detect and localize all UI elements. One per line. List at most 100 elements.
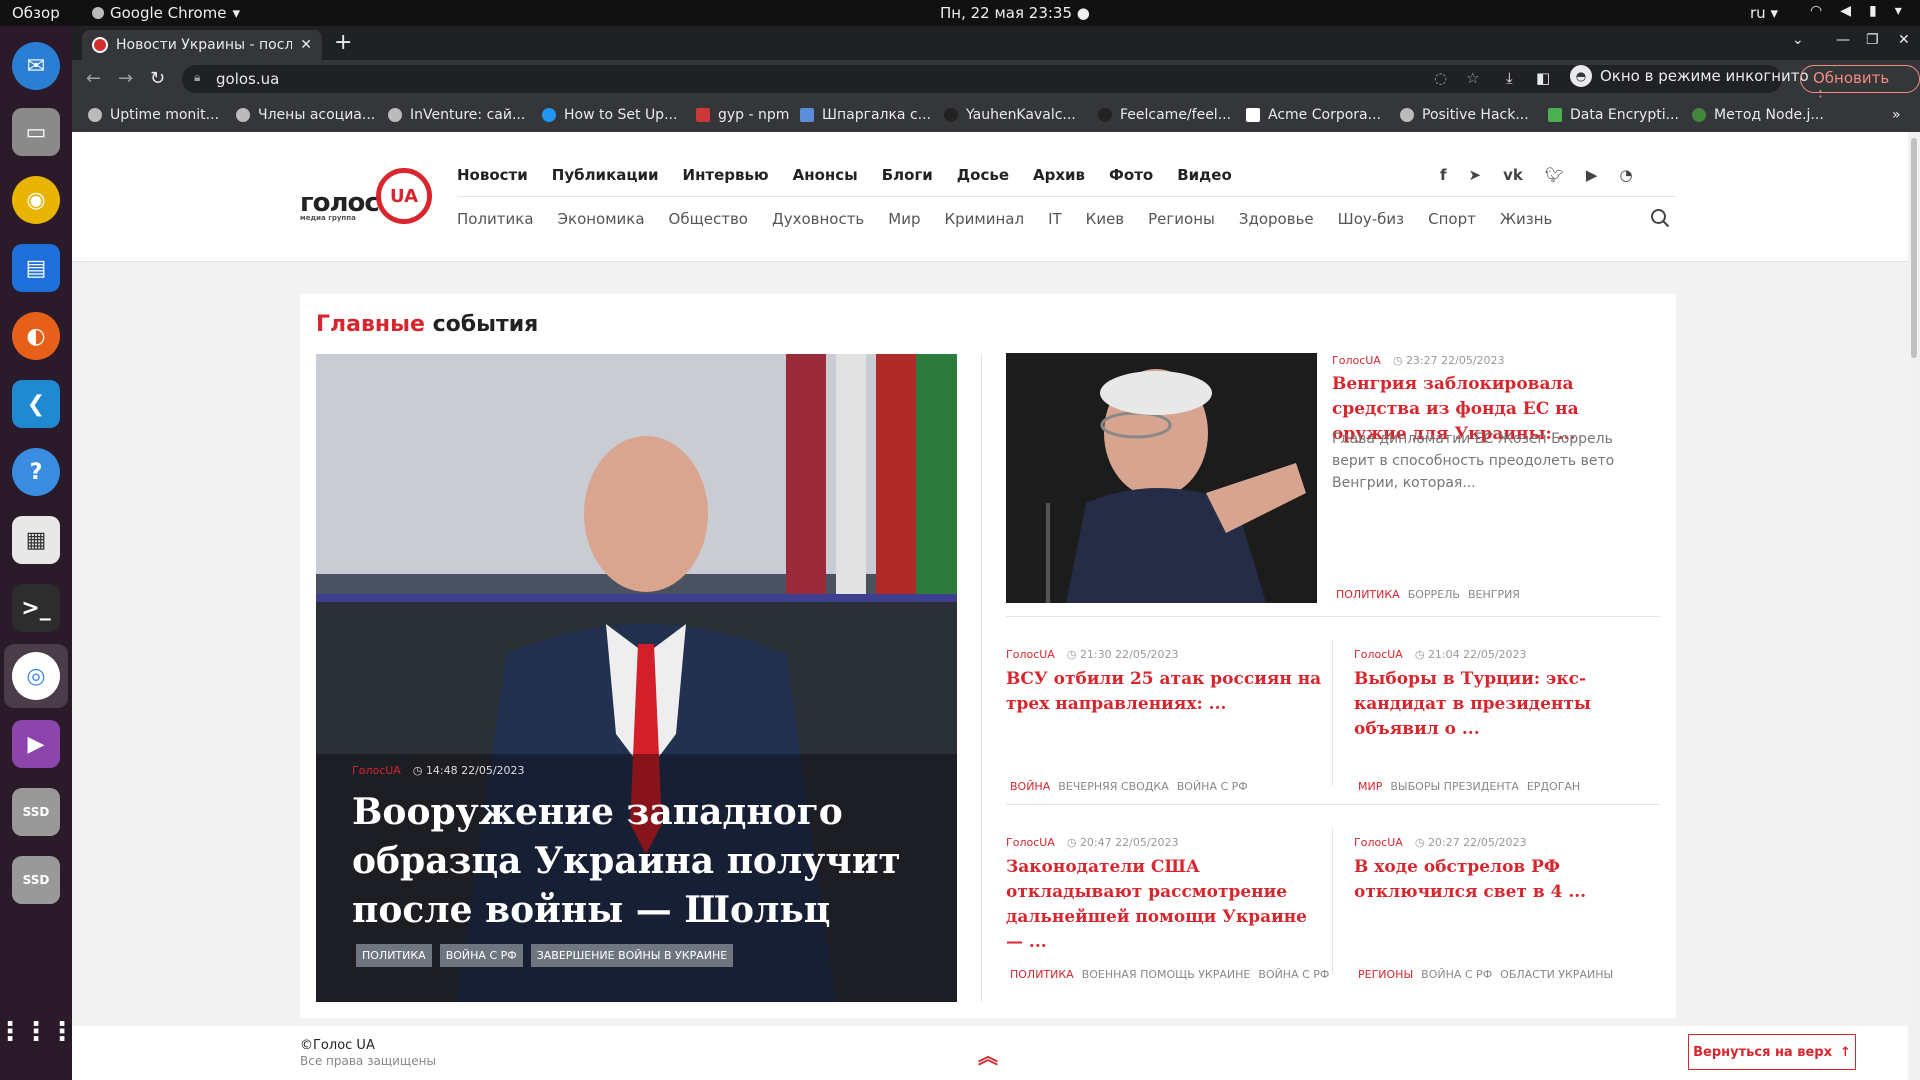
download-icon[interactable]: ⤓ bbox=[1506, 69, 1513, 87]
app-grid-icon[interactable]: ⋮⋮⋮ bbox=[0, 1008, 75, 1056]
help-icon[interactable]: ? bbox=[12, 448, 60, 496]
tag[interactable]: ВОЙНА С РФ bbox=[1177, 780, 1248, 793]
language-indicator[interactable]: ru ▾ bbox=[1750, 4, 1778, 22]
category-crime[interactable]: Криминал bbox=[945, 210, 1025, 228]
ssd-drive-icon[interactable]: SSD bbox=[12, 856, 60, 904]
source-label[interactable]: ГолосUA bbox=[352, 764, 401, 777]
tag[interactable]: РЕГИОНЫ bbox=[1358, 968, 1413, 981]
category-kyiv[interactable]: Киев bbox=[1086, 210, 1124, 228]
new-tab-button[interactable]: + bbox=[334, 30, 352, 55]
category-regions[interactable]: Регионы bbox=[1148, 210, 1215, 228]
nav-interviews[interactable]: Интервью bbox=[683, 166, 769, 184]
nav-video[interactable]: Видео bbox=[1177, 166, 1232, 184]
card-headline[interactable]: ВСУ отбили 25 атак россиян на трех напра… bbox=[1006, 667, 1326, 717]
media-player-icon[interactable]: ▶ bbox=[12, 720, 60, 768]
site-logo[interactable]: голос UA медиа группа bbox=[300, 168, 440, 228]
page-scrollbar[interactable] bbox=[1908, 132, 1920, 1080]
system-tray[interactable]: ◠ ◀ ▮ ▾ bbox=[1810, 3, 1902, 19]
news-card[interactable]: ГолосUA ◷ 21:04 22/05/2023 Выборы в Турц… bbox=[1354, 648, 1674, 793]
close-icon[interactable]: ✕ bbox=[300, 37, 312, 53]
tag[interactable]: ВОЙНА С РФ bbox=[1258, 968, 1329, 981]
nav-photo[interactable]: Фото bbox=[1109, 166, 1153, 184]
source-label[interactable]: ГолосUA bbox=[1006, 836, 1055, 849]
thunderbird-icon[interactable]: ✉ bbox=[12, 42, 60, 90]
tab-search-icon[interactable]: ⌄ bbox=[1792, 32, 1804, 48]
tag[interactable]: ВЫБОРЫ ПРЕЗИДЕНТА bbox=[1390, 780, 1519, 793]
tag[interactable]: ВОЕННАЯ ПОМОЩЬ УКРАИНЕ bbox=[1082, 968, 1251, 981]
bookmark-item[interactable]: Feelcame/feel... bbox=[1098, 107, 1231, 123]
bookmark-item[interactable]: Члены асоциа... bbox=[236, 107, 375, 123]
bookmark-star-icon[interactable]: ☆ bbox=[1466, 69, 1479, 87]
firefox-icon[interactable]: ◐ bbox=[12, 312, 60, 360]
restore-icon[interactable]: ❐ bbox=[1866, 32, 1879, 48]
bookmarks-overflow-icon[interactable]: » bbox=[1892, 107, 1901, 123]
youtube-icon[interactable]: ▶ bbox=[1586, 166, 1598, 184]
double-chevron-up-icon[interactable]: ︽ bbox=[978, 1040, 998, 1069]
category-economy[interactable]: Экономика bbox=[558, 210, 645, 228]
tag[interactable]: ПОЛИТИКА bbox=[1336, 588, 1400, 601]
back-to-top-button[interactable]: Вернуться на верх ↑ bbox=[1688, 1034, 1856, 1070]
hero-headline[interactable]: Вооружение западного образца Украина пол… bbox=[352, 788, 912, 935]
bookmark-item[interactable]: Data Encrypti... bbox=[1548, 107, 1679, 123]
category-society[interactable]: Общество bbox=[669, 210, 748, 228]
tracking-protection-icon[interactable]: ◌ bbox=[1434, 69, 1447, 87]
featured-photo[interactable] bbox=[1006, 353, 1317, 603]
category-sport[interactable]: Спорт bbox=[1428, 210, 1476, 228]
card-headline[interactable]: Законодатели США откладывают рассмотрени… bbox=[1006, 855, 1326, 955]
bookmark-item[interactable]: Positive Hack... bbox=[1400, 107, 1529, 123]
close-window-icon[interactable]: ✕ bbox=[1898, 32, 1910, 48]
category-showbiz[interactable]: Шоу-биз bbox=[1338, 210, 1404, 228]
incognito-indicator[interactable]: ◓ Окно в режиме инкогнито bbox=[1570, 65, 1809, 87]
source-label[interactable]: ГолосUA bbox=[1354, 648, 1403, 661]
news-card[interactable]: ГолосUA ◷ 21:30 22/05/2023 ВСУ отбили 25… bbox=[1006, 648, 1326, 793]
card-headline[interactable]: В ходе обстрелов РФ отключился свет в 4 … bbox=[1354, 855, 1674, 905]
card-headline[interactable]: Выборы в Турции: экс-кандидат в президен… bbox=[1354, 667, 1674, 742]
source-label[interactable]: ГолосUA bbox=[1006, 648, 1055, 661]
vscode-icon[interactable]: ❮ bbox=[12, 380, 60, 428]
writer-icon[interactable]: ▤ bbox=[12, 244, 60, 292]
bookmark-item[interactable]: How to Set Up... bbox=[542, 107, 677, 123]
tag[interactable]: ПОЛИТИКА bbox=[356, 944, 432, 967]
nav-archive[interactable]: Архив bbox=[1033, 166, 1085, 184]
tag[interactable]: ВОЙНА С РФ bbox=[439, 944, 523, 967]
facebook-icon[interactable]: f bbox=[1440, 166, 1447, 184]
rss-icon[interactable]: ◔ bbox=[1619, 166, 1632, 184]
bookmark-item[interactable]: Uptime monit... bbox=[88, 107, 219, 123]
scrollbar-thumb[interactable] bbox=[1911, 138, 1917, 358]
bookmark-item[interactable]: gyp - npm bbox=[696, 107, 789, 123]
clock[interactable]: Пн, 22 мая 23:35 ● bbox=[940, 4, 1090, 22]
activities-button[interactable]: Обзор bbox=[12, 4, 60, 22]
ssd-drive-icon[interactable]: SSD bbox=[12, 788, 60, 836]
terminal-icon[interactable]: >_ bbox=[12, 584, 60, 632]
source-label[interactable]: ГолосUA bbox=[1332, 354, 1381, 367]
side-panel-icon[interactable]: ◧ bbox=[1536, 69, 1550, 87]
tag[interactable]: БОРРЕЛЬ bbox=[1408, 588, 1460, 601]
tab-golos[interactable]: Новости Украины - после ✕ bbox=[82, 30, 322, 60]
bookmark-item[interactable]: YauhenKavalc... bbox=[944, 107, 1076, 123]
update-button[interactable]: Обновить ⋮ bbox=[1800, 65, 1920, 105]
tag[interactable]: ВОЙНА bbox=[1010, 780, 1050, 793]
reload-icon[interactable]: ↻ bbox=[150, 68, 165, 89]
category-it[interactable]: IT bbox=[1048, 210, 1062, 228]
bookmark-item[interactable]: Acme Corpora... bbox=[1246, 107, 1381, 123]
category-health[interactable]: Здоровье bbox=[1239, 210, 1314, 228]
chrome-icon[interactable]: ◎ bbox=[12, 652, 60, 700]
rhythmbox-icon[interactable]: ◉ bbox=[12, 176, 60, 224]
search-icon[interactable] bbox=[1650, 208, 1670, 228]
source-label[interactable]: ГолосUA bbox=[1354, 836, 1403, 849]
category-life[interactable]: Жизнь bbox=[1500, 210, 1553, 228]
tag[interactable]: ВЕЧЕРНЯЯ СВОДКА bbox=[1058, 780, 1169, 793]
nav-publications[interactable]: Публикации bbox=[552, 166, 659, 184]
tag[interactable]: ЕРДОГАН bbox=[1527, 780, 1580, 793]
hero-story[interactable]: ГолосUA ◷ 14:48 22/05/2023 Вооружение за… bbox=[316, 354, 957, 1002]
vk-icon[interactable]: vk bbox=[1503, 166, 1523, 184]
category-spirituality[interactable]: Духовность bbox=[772, 210, 864, 228]
category-world[interactable]: Мир bbox=[888, 210, 920, 228]
nav-news[interactable]: Новости bbox=[457, 166, 528, 184]
forward-icon[interactable]: → bbox=[118, 68, 133, 89]
tag[interactable]: ЗАВЕРШЕНИЕ ВОЙНЫ В УКРАИНЕ bbox=[530, 944, 734, 967]
tag[interactable]: МИР bbox=[1358, 780, 1382, 793]
tag[interactable]: ВЕНГРИЯ bbox=[1468, 588, 1520, 601]
news-card[interactable]: ГолосUA ◷ 20:27 22/05/2023 В ходе обстре… bbox=[1354, 836, 1674, 981]
news-card[interactable]: ГолосUA ◷ 20:47 22/05/2023 Законодатели … bbox=[1006, 836, 1329, 981]
